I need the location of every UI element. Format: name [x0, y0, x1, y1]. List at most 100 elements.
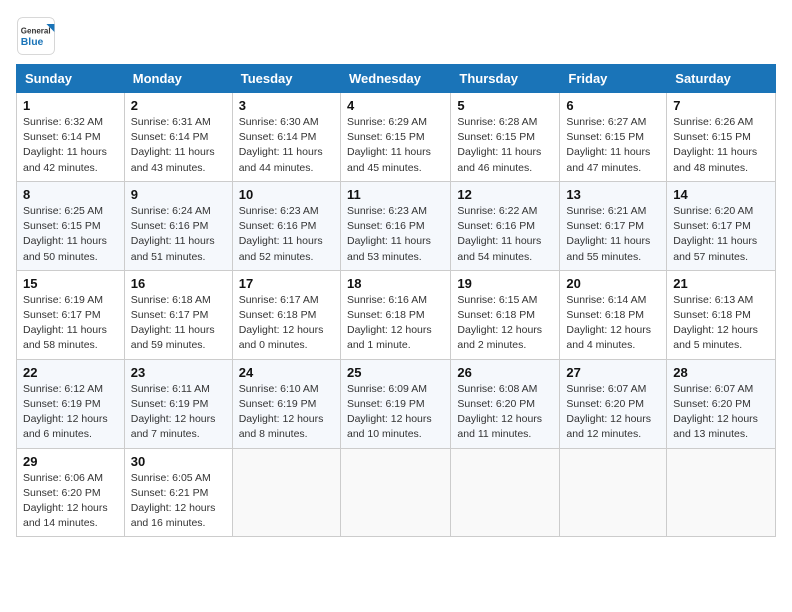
- day-number: 10: [239, 187, 334, 202]
- svg-text:Blue: Blue: [21, 37, 44, 48]
- day-number: 3: [239, 98, 334, 113]
- calendar-cell: 12 Sunrise: 6:22 AM Sunset: 6:16 PM Dayli…: [451, 181, 560, 270]
- header: General Blue: [16, 16, 776, 56]
- day-info: Sunrise: 6:30 AM Sunset: 6:14 PM Dayligh…: [239, 115, 334, 176]
- svg-text:General: General: [21, 27, 51, 36]
- day-number: 12: [457, 187, 553, 202]
- calendar-cell: 1 Sunrise: 6:32 AM Sunset: 6:14 PM Daylig…: [17, 93, 125, 182]
- calendar-cell: 2 Sunrise: 6:31 AM Sunset: 6:14 PM Daylig…: [124, 93, 232, 182]
- logo-icon: General Blue: [16, 16, 56, 56]
- day-info: Sunrise: 6:15 AM Sunset: 6:18 PM Dayligh…: [457, 293, 553, 354]
- day-info: Sunrise: 6:29 AM Sunset: 6:15 PM Dayligh…: [347, 115, 444, 176]
- calendar-cell: [451, 448, 560, 537]
- day-info: Sunrise: 6:09 AM Sunset: 6:19 PM Dayligh…: [347, 382, 444, 443]
- day-number: 19: [457, 276, 553, 291]
- day-number: 24: [239, 365, 334, 380]
- column-header-sunday: Sunday: [17, 65, 125, 93]
- day-number: 22: [23, 365, 118, 380]
- day-number: 2: [131, 98, 226, 113]
- day-number: 17: [239, 276, 334, 291]
- day-info: Sunrise: 6:07 AM Sunset: 6:20 PM Dayligh…: [673, 382, 769, 443]
- day-number: 7: [673, 98, 769, 113]
- day-info: Sunrise: 6:11 AM Sunset: 6:19 PM Dayligh…: [131, 382, 226, 443]
- day-number: 5: [457, 98, 553, 113]
- calendar-cell: 7 Sunrise: 6:26 AM Sunset: 6:15 PM Daylig…: [667, 93, 776, 182]
- calendar-cell: [667, 448, 776, 537]
- day-info: Sunrise: 6:26 AM Sunset: 6:15 PM Dayligh…: [673, 115, 769, 176]
- day-number: 13: [566, 187, 660, 202]
- day-info: Sunrise: 6:06 AM Sunset: 6:20 PM Dayligh…: [23, 471, 118, 532]
- calendar-cell: 23Sunrise: 6:11 AM Sunset: 6:19 PM Dayli…: [124, 359, 232, 448]
- day-number: 30: [131, 454, 226, 469]
- day-number: 6: [566, 98, 660, 113]
- calendar-cell: 16Sunrise: 6:18 AM Sunset: 6:17 PM Dayli…: [124, 270, 232, 359]
- calendar-cell: 18 Sunrise: 6:16 AM Sunset: 6:18 PM Dayli…: [340, 270, 450, 359]
- column-header-thursday: Thursday: [451, 65, 560, 93]
- calendar-cell: 4Sunrise: 6:29 AM Sunset: 6:15 PM Daylig…: [340, 93, 450, 182]
- calendar-cell: 5 Sunrise: 6:28 AM Sunset: 6:15 PM Daylig…: [451, 93, 560, 182]
- calendar-cell: [560, 448, 667, 537]
- calendar-cell: [232, 448, 340, 537]
- day-number: 27: [566, 365, 660, 380]
- day-info: Sunrise: 6:32 AM Sunset: 6:14 PM Dayligh…: [23, 115, 118, 176]
- day-info: Sunrise: 6:23 AM Sunset: 6:16 PM Dayligh…: [347, 204, 444, 265]
- calendar-cell: 21 Sunrise: 6:13 AM Sunset: 6:18 PM Dayli…: [667, 270, 776, 359]
- calendar-week-row: 22Sunrise: 6:12 AM Sunset: 6:19 PM Dayli…: [17, 359, 776, 448]
- calendar-cell: 27Sunrise: 6:07 AM Sunset: 6:20 PM Dayli…: [560, 359, 667, 448]
- day-info: Sunrise: 6:20 AM Sunset: 6:17 PM Dayligh…: [673, 204, 769, 265]
- calendar-cell: 8Sunrise: 6:25 AM Sunset: 6:15 PM Daylig…: [17, 181, 125, 270]
- calendar-table: SundayMondayTuesdayWednesdayThursdayFrid…: [16, 64, 776, 537]
- day-number: 29: [23, 454, 118, 469]
- day-number: 25: [347, 365, 444, 380]
- day-info: Sunrise: 6:05 AM Sunset: 6:21 PM Dayligh…: [131, 471, 226, 532]
- column-header-tuesday: Tuesday: [232, 65, 340, 93]
- column-header-monday: Monday: [124, 65, 232, 93]
- calendar-week-row: 15 Sunrise: 6:19 AM Sunset: 6:17 PM Dayli…: [17, 270, 776, 359]
- day-number: 28: [673, 365, 769, 380]
- day-info: Sunrise: 6:14 AM Sunset: 6:18 PM Dayligh…: [566, 293, 660, 354]
- calendar-cell: 30 Sunrise: 6:05 AM Sunset: 6:21 PM Dayli…: [124, 448, 232, 537]
- day-info: Sunrise: 6:21 AM Sunset: 6:17 PM Dayligh…: [566, 204, 660, 265]
- day-info: Sunrise: 6:25 AM Sunset: 6:15 PM Dayligh…: [23, 204, 118, 265]
- calendar-cell: 9 Sunrise: 6:24 AM Sunset: 6:16 PM Daylig…: [124, 181, 232, 270]
- calendar-cell: 11 Sunrise: 6:23 AM Sunset: 6:16 PM Dayli…: [340, 181, 450, 270]
- logo: General Blue: [16, 16, 56, 56]
- day-info: Sunrise: 6:10 AM Sunset: 6:19 PM Dayligh…: [239, 382, 334, 443]
- day-number: 21: [673, 276, 769, 291]
- calendar-cell: 20Sunrise: 6:14 AM Sunset: 6:18 PM Dayli…: [560, 270, 667, 359]
- day-info: Sunrise: 6:24 AM Sunset: 6:16 PM Dayligh…: [131, 204, 226, 265]
- calendar-cell: 26 Sunrise: 6:08 AM Sunset: 6:20 PM Dayli…: [451, 359, 560, 448]
- day-info: Sunrise: 6:31 AM Sunset: 6:14 PM Dayligh…: [131, 115, 226, 176]
- calendar-header-row: SundayMondayTuesdayWednesdayThursdayFrid…: [17, 65, 776, 93]
- day-info: Sunrise: 6:23 AM Sunset: 6:16 PM Dayligh…: [239, 204, 334, 265]
- day-number: 11: [347, 187, 444, 202]
- calendar-cell: 10 Sunrise: 6:23 AM Sunset: 6:16 PM Dayli…: [232, 181, 340, 270]
- calendar-cell: 22Sunrise: 6:12 AM Sunset: 6:19 PM Dayli…: [17, 359, 125, 448]
- calendar-cell: 29 Sunrise: 6:06 AM Sunset: 6:20 PM Dayli…: [17, 448, 125, 537]
- calendar-cell: 6 Sunrise: 6:27 AM Sunset: 6:15 PM Daylig…: [560, 93, 667, 182]
- calendar-cell: [340, 448, 450, 537]
- day-number: 1: [23, 98, 118, 113]
- day-info: Sunrise: 6:28 AM Sunset: 6:15 PM Dayligh…: [457, 115, 553, 176]
- calendar-week-row: 8Sunrise: 6:25 AM Sunset: 6:15 PM Daylig…: [17, 181, 776, 270]
- calendar-cell: 25 Sunrise: 6:09 AM Sunset: 6:19 PM Dayli…: [340, 359, 450, 448]
- day-number: 9: [131, 187, 226, 202]
- day-number: 15: [23, 276, 118, 291]
- day-info: Sunrise: 6:22 AM Sunset: 6:16 PM Dayligh…: [457, 204, 553, 265]
- calendar-cell: 19 Sunrise: 6:15 AM Sunset: 6:18 PM Dayli…: [451, 270, 560, 359]
- column-header-wednesday: Wednesday: [340, 65, 450, 93]
- calendar-cell: 17Sunrise: 6:17 AM Sunset: 6:18 PM Dayli…: [232, 270, 340, 359]
- calendar-week-row: 29 Sunrise: 6:06 AM Sunset: 6:20 PM Dayli…: [17, 448, 776, 537]
- day-info: Sunrise: 6:16 AM Sunset: 6:18 PM Dayligh…: [347, 293, 444, 354]
- day-number: 18: [347, 276, 444, 291]
- day-info: Sunrise: 6:13 AM Sunset: 6:18 PM Dayligh…: [673, 293, 769, 354]
- day-number: 26: [457, 365, 553, 380]
- day-info: Sunrise: 6:08 AM Sunset: 6:20 PM Dayligh…: [457, 382, 553, 443]
- day-info: Sunrise: 6:19 AM Sunset: 6:17 PM Dayligh…: [23, 293, 118, 354]
- calendar-cell: 13 Sunrise: 6:21 AM Sunset: 6:17 PM Dayli…: [560, 181, 667, 270]
- calendar-cell: 24 Sunrise: 6:10 AM Sunset: 6:19 PM Dayli…: [232, 359, 340, 448]
- calendar-cell: 28 Sunrise: 6:07 AM Sunset: 6:20 PM Dayli…: [667, 359, 776, 448]
- day-number: 16: [131, 276, 226, 291]
- calendar-cell: 3 Sunrise: 6:30 AM Sunset: 6:14 PM Daylig…: [232, 93, 340, 182]
- day-info: Sunrise: 6:27 AM Sunset: 6:15 PM Dayligh…: [566, 115, 660, 176]
